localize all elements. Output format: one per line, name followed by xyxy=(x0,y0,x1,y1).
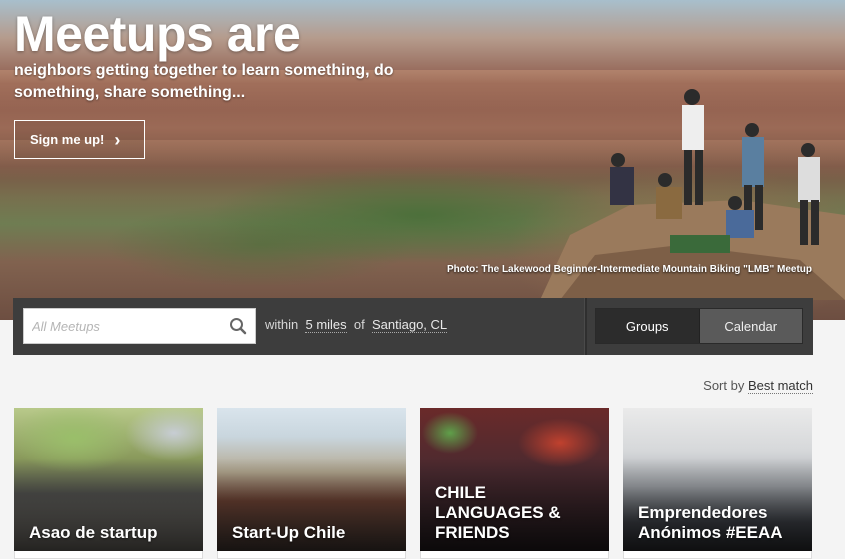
search-divider xyxy=(584,298,587,355)
group-card[interactable]: Asao de startup xyxy=(14,408,203,551)
hero-banner: Meetups are neighbors getting together t… xyxy=(0,0,845,320)
group-name: CHILE LANGUAGES & FRIENDS xyxy=(435,483,561,542)
chevron-right-icon: › xyxy=(114,129,121,150)
search-icon[interactable] xyxy=(229,317,247,335)
hero-title: Meetups are xyxy=(14,6,301,62)
group-card[interactable]: Start-Up Chile xyxy=(217,408,406,551)
sort-control: Sort by Best match xyxy=(703,378,813,394)
tab-groups[interactable]: Groups xyxy=(596,309,700,343)
card-footer xyxy=(420,551,609,559)
of-label: of xyxy=(353,317,365,332)
radius-dropdown[interactable]: 5 miles xyxy=(305,317,347,333)
signup-button[interactable]: Sign me up! › xyxy=(14,120,145,159)
group-card[interactable]: CHILE LANGUAGES & FRIENDS xyxy=(420,408,609,551)
hero-subtitle: neighbors getting together to learn some… xyxy=(14,62,394,101)
group-name: Start-Up Chile xyxy=(232,523,346,542)
group-name: Emprendedores Anónimos #EEAA xyxy=(638,503,783,542)
search-field[interactable] xyxy=(23,308,256,344)
view-toggle: Groups Calendar xyxy=(595,308,803,344)
card-footer xyxy=(14,551,203,559)
signup-button-label: Sign me up! xyxy=(30,132,105,147)
sort-label: Sort by xyxy=(703,378,745,393)
group-name: Asao de startup xyxy=(29,523,158,542)
tab-calendar[interactable]: Calendar xyxy=(699,309,802,343)
search-input[interactable] xyxy=(24,309,219,343)
group-card[interactable]: Emprendedores Anónimos #EEAA xyxy=(623,408,812,551)
location-filter: within 5 miles of Santiago, CL xyxy=(265,317,448,333)
search-bar: within 5 miles of Santiago, CL Groups Ca… xyxy=(13,298,813,355)
location-dropdown[interactable]: Santiago, CL xyxy=(371,317,448,333)
sort-dropdown[interactable]: Best match xyxy=(747,378,813,394)
card-footer xyxy=(623,551,812,559)
card-footer xyxy=(217,551,406,559)
photo-credit: Photo: The Lakewood Beginner-Intermediat… xyxy=(446,264,812,275)
within-label: within xyxy=(265,317,299,332)
